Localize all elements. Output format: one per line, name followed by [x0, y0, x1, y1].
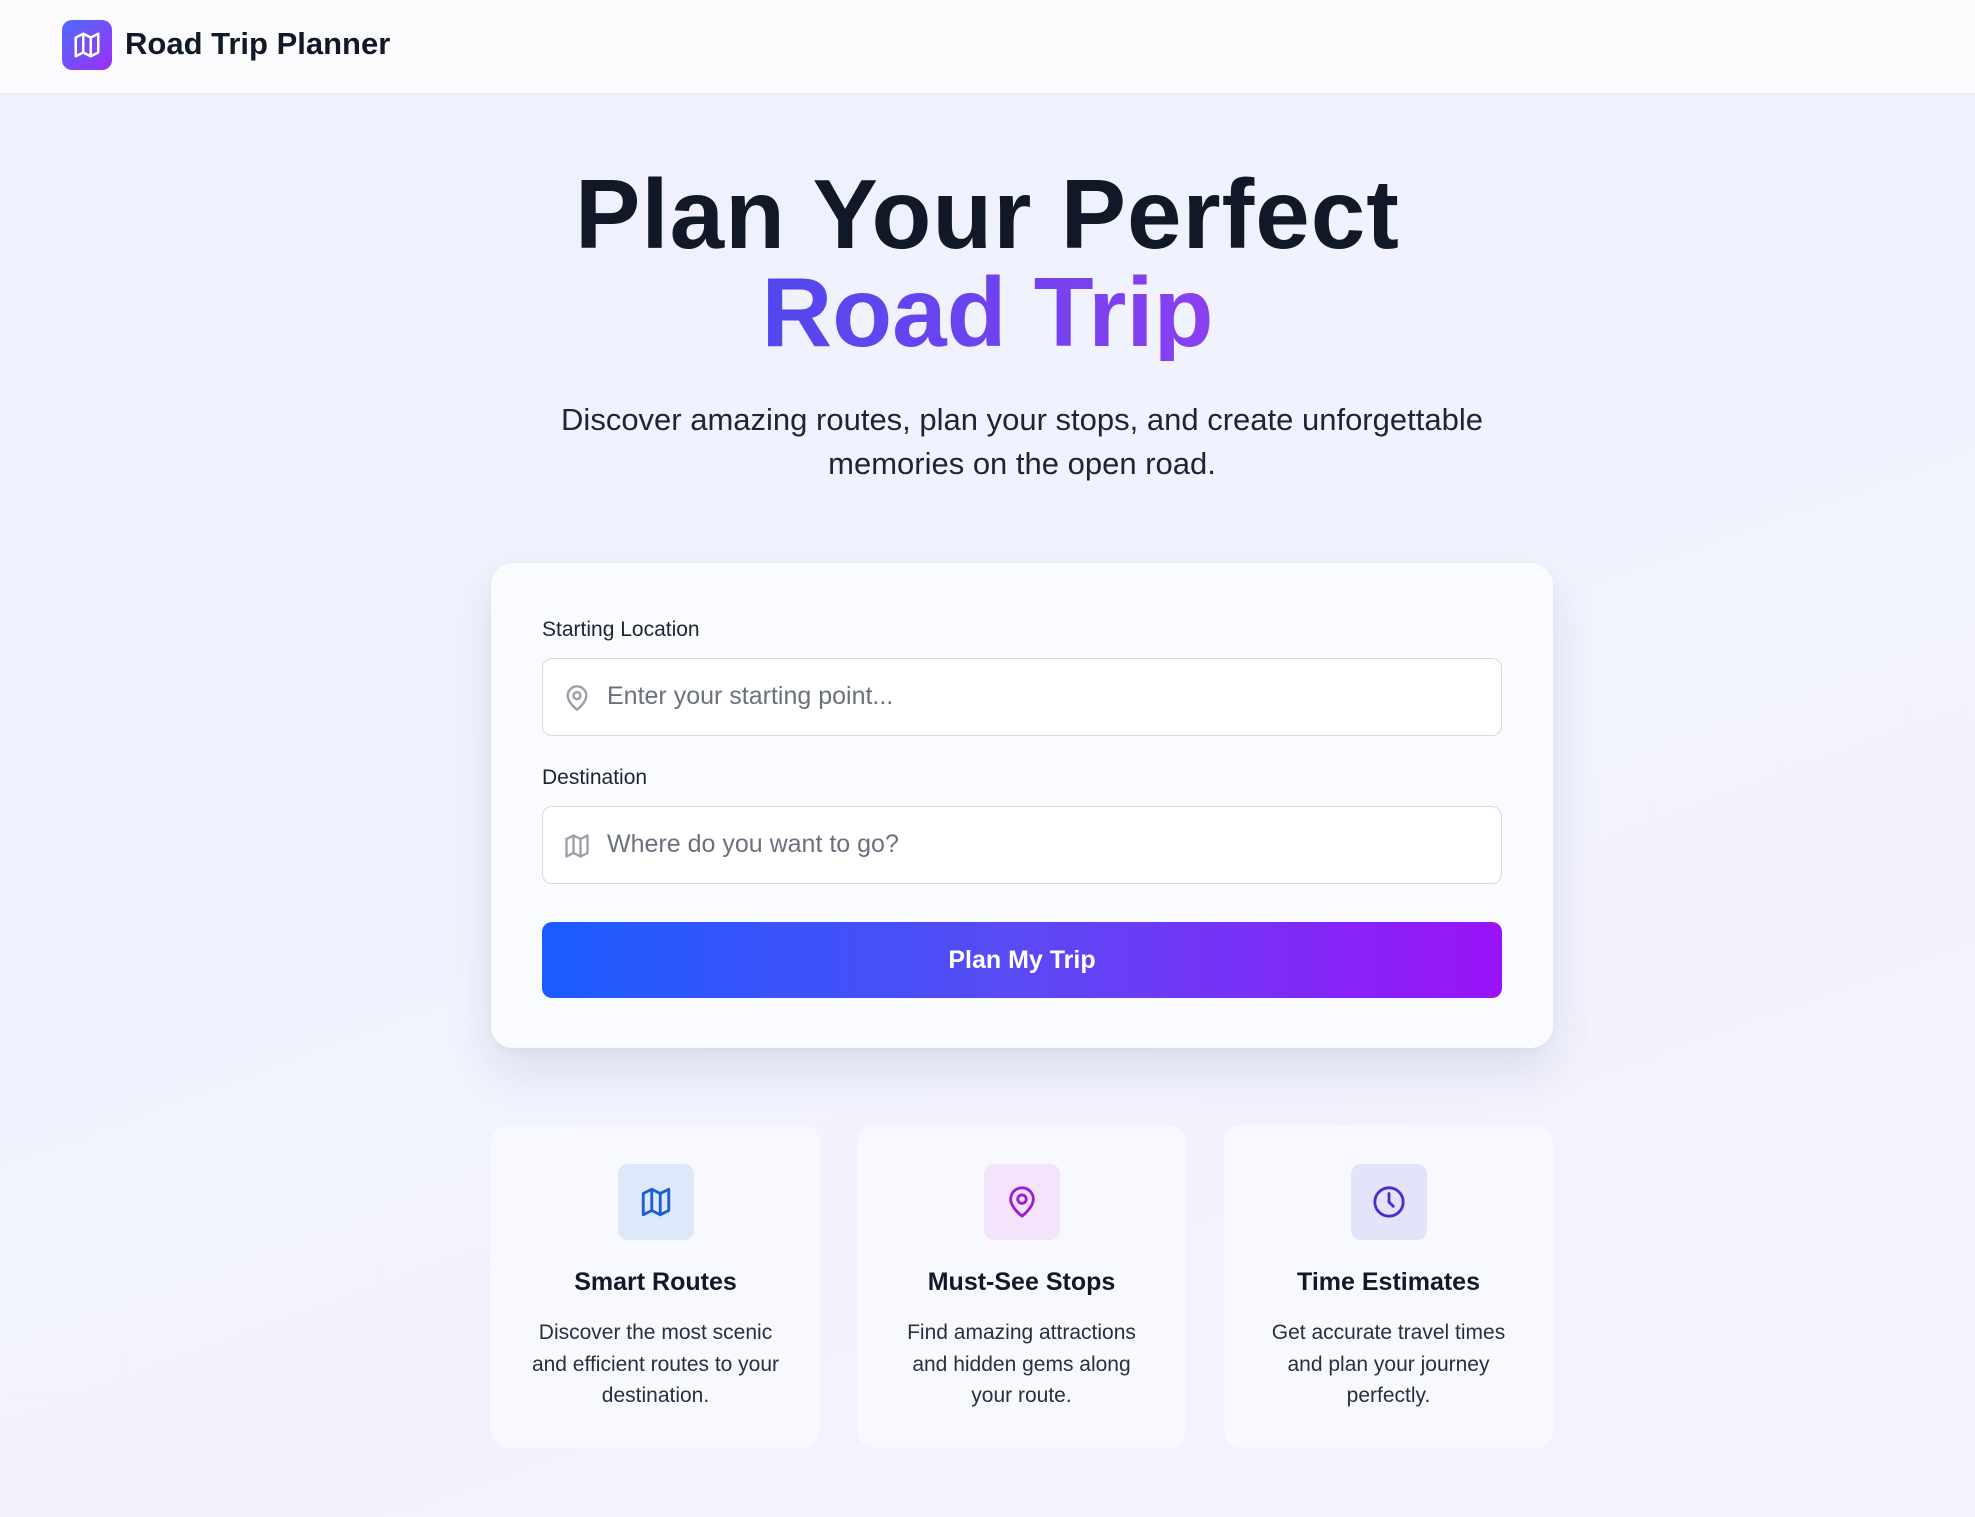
feature-description: Get accurate travel times and plan your … — [1271, 1321, 1506, 1407]
feature-description: Discover the most scenic and efficient r… — [531, 1321, 780, 1407]
starting-location-label: Starting Location — [542, 618, 700, 641]
map-icon — [74, 32, 100, 58]
destination-field[interactable] — [542, 806, 1502, 884]
feature-description: Find amazing attractions and hidden gems… — [907, 1321, 1136, 1407]
starting-location-field[interactable] — [542, 658, 1502, 736]
starting-location-input[interactable] — [607, 659, 1487, 734]
feature-card-time-estimates: Time Estimates Get accurate travel times… — [1224, 1125, 1553, 1448]
hero-headline-accent: Road Trip — [761, 257, 1214, 367]
feature-title: Smart Routes — [574, 1268, 737, 1296]
feature-card-smart-routes: Smart Routes Discover the most scenic an… — [491, 1125, 820, 1448]
hero-headline: Plan Your Perfect — [575, 159, 1400, 269]
feature-title: Time Estimates — [1297, 1268, 1480, 1296]
hero-section: Plan Your Perfect Road Trip — [0, 165, 1975, 361]
trip-form-card: Starting Location Destination Plan My Tr… — [491, 563, 1553, 1048]
map-icon — [641, 1187, 671, 1217]
destination-input[interactable] — [607, 807, 1487, 882]
feature-icon-badge — [618, 1164, 694, 1240]
hero-subtitle: Discover amazing routes, plan your stops… — [561, 402, 1483, 481]
destination-label: Destination — [542, 766, 648, 789]
feature-title: Must-See Stops — [927, 1268, 1116, 1296]
feature-card-must-see-stops: Must-See Stops Find amazing attractions … — [857, 1125, 1186, 1448]
plan-my-trip-button[interactable]: Plan My Trip — [542, 922, 1502, 998]
top-nav-bar: Road Trip Planner — [0, 0, 1975, 94]
map-pin-icon — [566, 685, 588, 711]
app-title[interactable]: Road Trip Planner — [125, 26, 390, 62]
feature-icon-badge — [984, 1164, 1060, 1240]
app-logo[interactable] — [62, 20, 112, 70]
map-icon — [565, 834, 589, 858]
clock-icon — [1373, 1186, 1405, 1218]
map-pin-icon — [1009, 1186, 1035, 1218]
feature-icon-badge — [1351, 1164, 1427, 1240]
